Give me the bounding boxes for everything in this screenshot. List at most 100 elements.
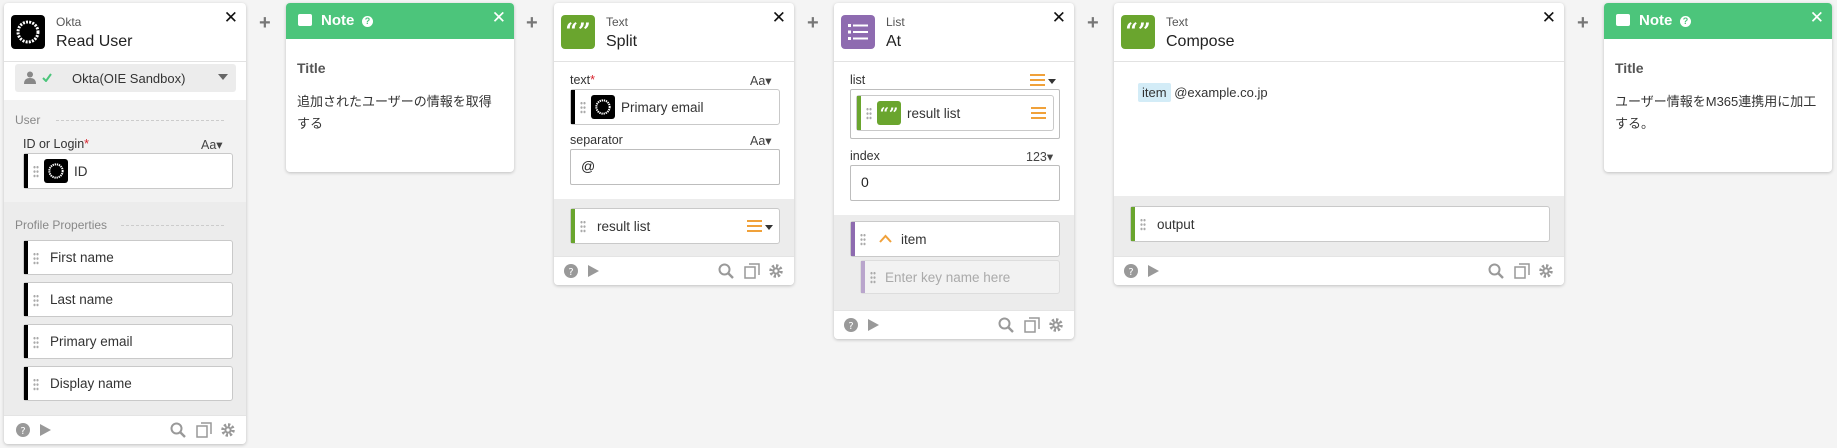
divider: [56, 120, 224, 121]
copy-icon[interactable]: [744, 263, 760, 279]
add-step-button[interactable]: +: [1087, 12, 1099, 35]
type-selector[interactable]: Aa▾: [750, 73, 772, 88]
close-icon[interactable]: ✕: [772, 9, 786, 26]
help-icon[interactable]: ?: [15, 422, 31, 438]
key-name-placeholder[interactable]: Enter key name here: [885, 270, 1010, 285]
drag-handle-icon[interactable]: [33, 252, 39, 265]
help-icon[interactable]: ?: [1680, 16, 1691, 27]
list-at-card: List At ✕ list “” result list index 123▾…: [834, 3, 1074, 339]
drag-handle-icon[interactable]: [866, 107, 872, 120]
text-split-card: “” Text Split ✕ text* Aa▾ Primary email …: [554, 3, 794, 285]
output-pill[interactable]: output: [1130, 206, 1550, 242]
svg-text:?: ?: [20, 426, 25, 437]
list-type-icon[interactable]: [747, 220, 762, 232]
type-selector[interactable]: 123▾: [1026, 149, 1053, 164]
list-type-icon: [1031, 107, 1046, 119]
okta-logo-icon: [591, 95, 615, 119]
drag-handle-icon[interactable]: [870, 271, 876, 284]
search-icon[interactable]: [170, 422, 186, 438]
gear-icon[interactable]: [768, 263, 784, 279]
help-icon[interactable]: ?: [843, 317, 859, 333]
pill-accent: [1131, 207, 1135, 241]
help-icon[interactable]: ?: [563, 263, 579, 279]
add-step-button[interactable]: +: [807, 12, 819, 35]
search-icon[interactable]: [998, 317, 1014, 333]
note-label: Note: [321, 12, 355, 29]
note-icon: [298, 14, 312, 26]
note-title[interactable]: Title: [297, 60, 326, 76]
separator-input[interactable]: @: [570, 149, 780, 185]
search-icon[interactable]: [1488, 263, 1504, 279]
note-title[interactable]: Title: [1615, 60, 1644, 76]
gear-icon[interactable]: [1538, 263, 1554, 279]
help-icon[interactable]: ?: [362, 16, 373, 27]
app-name: List: [886, 15, 905, 29]
section-title-user: User: [15, 113, 41, 127]
chevron-down-icon[interactable]: [765, 225, 773, 230]
list-type-icon[interactable]: [1030, 74, 1045, 86]
close-icon[interactable]: ✕: [1052, 9, 1066, 26]
text-value-pill[interactable]: Primary email: [570, 89, 780, 125]
drag-handle-icon[interactable]: [580, 101, 586, 114]
close-icon[interactable]: ✕: [1542, 9, 1556, 26]
output-label: output: [1157, 217, 1195, 232]
profile-field-pill[interactable]: Primary email: [23, 324, 233, 359]
copy-icon[interactable]: [1514, 263, 1530, 279]
close-icon[interactable]: ✕: [492, 9, 506, 26]
profile-field-pill[interactable]: First name: [23, 240, 233, 275]
add-step-button[interactable]: +: [526, 12, 538, 35]
note-body[interactable]: ユーザー情報をM365連携用に加工する。: [1615, 91, 1822, 135]
divider: [121, 225, 224, 226]
connection-select[interactable]: Okta(OIE Sandbox): [15, 64, 236, 92]
collapse-icon[interactable]: [879, 234, 892, 243]
play-icon[interactable]: [1145, 263, 1161, 279]
drag-handle-icon[interactable]: [860, 233, 866, 246]
note-body[interactable]: 追加されたユーザーの情報を取得する: [297, 91, 504, 135]
card-title: Read User: [56, 33, 133, 50]
pill-accent: [857, 96, 861, 130]
chevron-down-icon[interactable]: [1048, 79, 1056, 84]
play-icon[interactable]: [37, 422, 53, 438]
pill-accent: [24, 154, 28, 188]
close-icon[interactable]: ✕: [1810, 9, 1824, 26]
section-title-profile: Profile Properties: [15, 218, 108, 232]
gear-icon[interactable]: [220, 422, 236, 438]
item-token[interactable]: item: [1138, 83, 1171, 102]
okta-logo-icon: [11, 15, 45, 49]
note-label: Note: [1639, 12, 1673, 29]
type-selector[interactable]: Aa▾: [750, 133, 772, 148]
drag-handle-icon[interactable]: [33, 294, 39, 307]
add-step-button[interactable]: +: [1577, 12, 1589, 35]
help-icon[interactable]: ?: [1123, 263, 1139, 279]
play-icon[interactable]: [585, 263, 601, 279]
copy-icon[interactable]: [196, 422, 212, 438]
profile-field-pill[interactable]: Display name: [23, 366, 233, 401]
drag-handle-icon[interactable]: [1140, 218, 1146, 231]
pill-accent: [24, 283, 28, 316]
profile-field-label: Last name: [50, 292, 114, 307]
drag-handle-icon[interactable]: [580, 220, 586, 233]
drag-handle-icon[interactable]: [33, 378, 39, 391]
profile-field-pill[interactable]: Last name: [23, 282, 233, 317]
separator-field-label: separator: [570, 133, 623, 147]
output-pill[interactable]: item: [850, 221, 1060, 257]
gear-icon[interactable]: [1048, 317, 1064, 333]
output-pill[interactable]: result list: [570, 208, 780, 244]
list-value-pill[interactable]: “” result list: [856, 95, 1054, 131]
compose-editor[interactable]: item @example.co.jp: [1138, 83, 1268, 102]
copy-icon[interactable]: [1024, 317, 1040, 333]
index-input[interactable]: 0: [850, 165, 1060, 201]
key-name-pill[interactable]: Enter key name here: [860, 260, 1060, 294]
connection-name: Okta(OIE Sandbox): [72, 71, 186, 86]
id-value-pill[interactable]: ID: [23, 153, 233, 189]
card-header: Okta Read User ✕: [4, 3, 246, 62]
type-selector[interactable]: Aa▾: [201, 137, 223, 152]
play-icon[interactable]: [865, 317, 881, 333]
close-icon[interactable]: ✕: [224, 9, 238, 26]
drag-handle-icon[interactable]: [33, 336, 39, 349]
search-icon[interactable]: [718, 263, 734, 279]
drag-handle-icon[interactable]: [33, 165, 39, 178]
pill-accent: [24, 367, 28, 400]
list-value: result list: [907, 106, 961, 121]
add-step-button[interactable]: +: [259, 12, 271, 35]
